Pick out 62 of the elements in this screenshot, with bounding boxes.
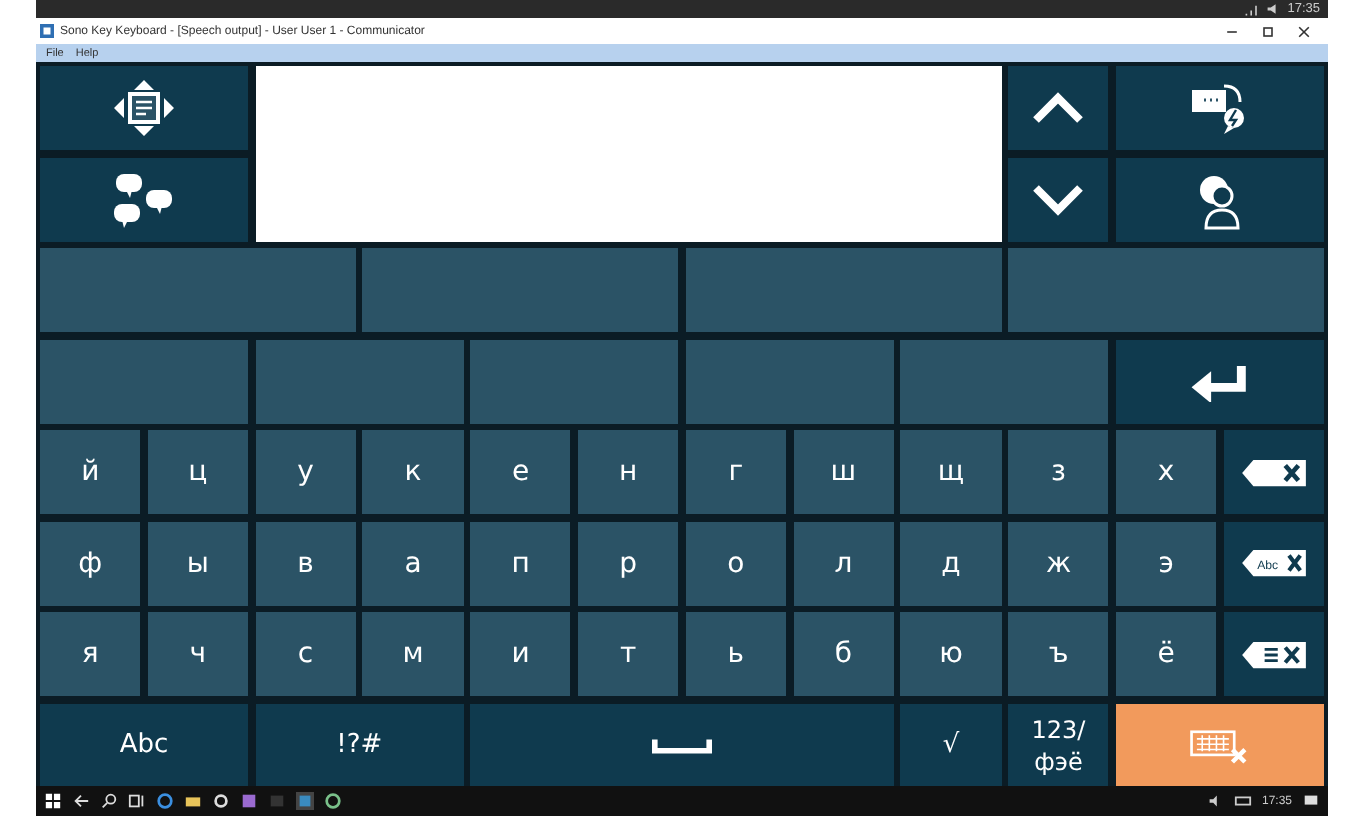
backspace-icon xyxy=(1239,639,1308,669)
letter-key[interactable]: э xyxy=(1115,521,1217,605)
letter-key[interactable]: ы xyxy=(147,521,249,605)
back-arrow-icon[interactable] xyxy=(72,792,90,810)
letter-key[interactable]: б xyxy=(793,612,894,696)
scroll-up-button[interactable] xyxy=(1008,66,1109,150)
letter-key[interactable]: р xyxy=(577,521,679,605)
letter-key[interactable]: у xyxy=(255,430,356,514)
letter-key[interactable]: й xyxy=(40,430,141,514)
signal-icon xyxy=(1243,2,1260,16)
letter-key[interactable]: ч xyxy=(147,612,249,696)
letter-key[interactable]: ф xyxy=(40,521,141,605)
keyboard-close-icon xyxy=(1187,725,1252,765)
mode-key[interactable]: Abc xyxy=(40,703,249,787)
output-field[interactable] xyxy=(255,66,1002,241)
search-icon[interactable] xyxy=(100,792,118,810)
letter-key[interactable]: ж xyxy=(1008,521,1109,605)
letter-key[interactable]: д xyxy=(900,521,1002,605)
mode-key[interactable]: √ xyxy=(900,703,1002,787)
letter-key[interactable]: в xyxy=(255,521,356,605)
enter-arrow-icon xyxy=(1187,361,1252,401)
letter-key[interactable]: т xyxy=(577,612,679,696)
letter-key[interactable]: а xyxy=(362,521,464,605)
letter-key[interactable]: я xyxy=(40,612,141,696)
letter-key[interactable]: ъ xyxy=(1008,612,1109,696)
letter-key[interactable]: ю xyxy=(900,612,1002,696)
letter-key[interactable]: з xyxy=(1008,430,1109,514)
close-icon[interactable] xyxy=(1296,23,1312,39)
delete-all-button[interactable] xyxy=(1223,612,1324,696)
letter-key[interactable]: ь xyxy=(685,612,787,696)
keyboard-app-icon[interactable] xyxy=(296,792,314,810)
letter-key[interactable]: м xyxy=(362,612,464,696)
letter-key[interactable]: о xyxy=(685,521,787,605)
letter-key[interactable]: с xyxy=(255,612,356,696)
letter-key[interactable]: г xyxy=(685,430,787,514)
phrases-button[interactable] xyxy=(40,157,249,241)
backspace-icon xyxy=(1239,457,1308,487)
mode-key[interactable]: !?# xyxy=(255,703,464,787)
letter-key[interactable]: х xyxy=(1115,430,1217,514)
hide-keyboard-button[interactable] xyxy=(1115,703,1324,787)
letter-key[interactable]: к xyxy=(362,430,464,514)
scroll-down-button[interactable] xyxy=(1008,157,1109,241)
maximize-icon[interactable] xyxy=(1260,23,1276,39)
letter-key[interactable]: ш xyxy=(793,430,894,514)
letter-key[interactable]: ц xyxy=(147,430,249,514)
enter-button[interactable] xyxy=(1115,339,1324,423)
task-view-icon[interactable] xyxy=(128,792,146,810)
delete-char-button[interactable] xyxy=(1223,430,1324,514)
letter-key[interactable]: и xyxy=(470,612,571,696)
letter-key[interactable]: п xyxy=(470,521,571,605)
letter-key[interactable]: е xyxy=(470,430,571,514)
letter-key[interactable]: ё xyxy=(1115,612,1217,696)
app-tile-icon[interactable] xyxy=(240,792,258,810)
windows-logo-icon[interactable] xyxy=(44,792,62,810)
letter-key[interactable]: щ xyxy=(900,430,1002,514)
folder-icon[interactable] xyxy=(184,792,202,810)
speak-button[interactable] xyxy=(1115,66,1324,150)
layout-switch-key[interactable]: 123/ фэё xyxy=(1008,703,1109,787)
navigate-button[interactable] xyxy=(40,66,249,150)
letter-key[interactable]: л xyxy=(793,521,894,605)
user-button[interactable] xyxy=(1115,157,1324,241)
letter-key[interactable]: н xyxy=(577,430,679,514)
